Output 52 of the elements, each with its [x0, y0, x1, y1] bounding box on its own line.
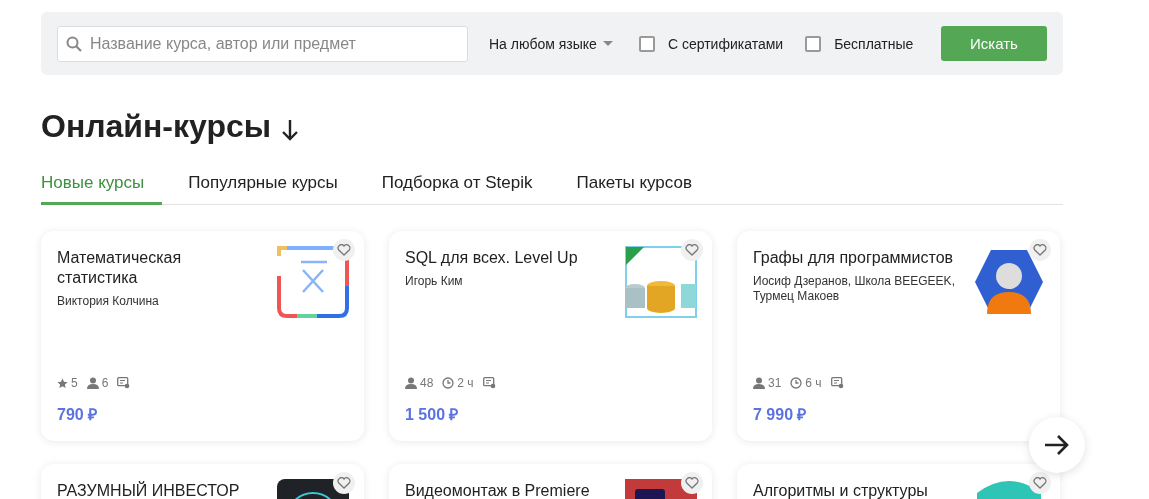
course-title[interactable]: Алгоритмы и структуры	[753, 481, 928, 499]
search-icon	[66, 35, 82, 52]
language-dropdown[interactable]: На любом языке	[489, 35, 613, 52]
heart-icon	[1033, 244, 1047, 256]
course-title[interactable]: Графы для программистов	[753, 248, 957, 268]
course-title[interactable]: SQL для всех. Level Up	[405, 248, 578, 268]
checkbox[interactable]	[638, 35, 655, 52]
tab[interactable]: Пакеты курсов	[576, 173, 710, 205]
heart-icon	[337, 477, 351, 489]
person-icon	[753, 377, 765, 389]
learners-count: 31	[768, 376, 782, 390]
page-heading: Онлайн-курсы	[41, 108, 272, 145]
person-icon	[86, 377, 99, 389]
course-title[interactable]: Математическая статистика	[57, 248, 261, 288]
duration-value: 6 ч	[805, 376, 822, 390]
course-authors: Иосиф Дзеранов, Школа BEEGEEK, Турмец Макоев	[753, 274, 956, 304]
clock-icon	[442, 377, 455, 389]
certificate-icon	[482, 377, 496, 389]
course-title[interactable]: Видеомонтаж в Premiere	[405, 481, 590, 499]
checkbox[interactable]	[805, 35, 822, 52]
course-authors: Виктория Колчина	[57, 294, 160, 309]
person-icon	[405, 377, 417, 389]
course-price: 790 ₽	[57, 405, 99, 425]
caret-icon	[602, 41, 613, 46]
heart-icon	[685, 477, 699, 489]
heart-icon	[337, 244, 351, 256]
course-thumbnail	[277, 246, 349, 318]
star-icon	[57, 377, 68, 389]
heart-icon	[685, 244, 699, 256]
next-button[interactable]	[1029, 417, 1085, 473]
search-field[interactable]: Название курса, автор или предмет	[57, 25, 468, 62]
clock-icon	[790, 377, 803, 389]
course-authors: Игорь Ким	[405, 274, 464, 289]
course-thumbnail	[625, 246, 697, 318]
arrow-down-icon[interactable]	[281, 118, 300, 141]
course-title[interactable]: РАЗУМНЫЙ ИНВЕСТОР	[57, 481, 240, 499]
tab[interactable]: Новые курсы	[41, 173, 163, 205]
favorite-heart-button[interactable]	[333, 472, 355, 494]
rating-value: 5	[71, 376, 78, 390]
course-price: 1 500 ₽	[405, 405, 460, 425]
duration-value: 2 ч	[457, 376, 474, 390]
course-price: 7 990 ₽	[753, 405, 808, 425]
learners-count: 6	[101, 376, 109, 390]
certificate-icon	[117, 377, 131, 389]
learners-count: 48	[420, 376, 434, 390]
tab[interactable]: Подборка от Stepik	[381, 173, 551, 205]
certificate-icon	[830, 377, 844, 389]
checkbox-label: Бесплатные	[834, 35, 914, 52]
checkbox-label: С сертификатами	[667, 35, 784, 52]
tab[interactable]: Популярные курсы	[188, 173, 356, 205]
arrow-right-icon	[1044, 434, 1070, 456]
heart-icon	[1033, 477, 1047, 489]
